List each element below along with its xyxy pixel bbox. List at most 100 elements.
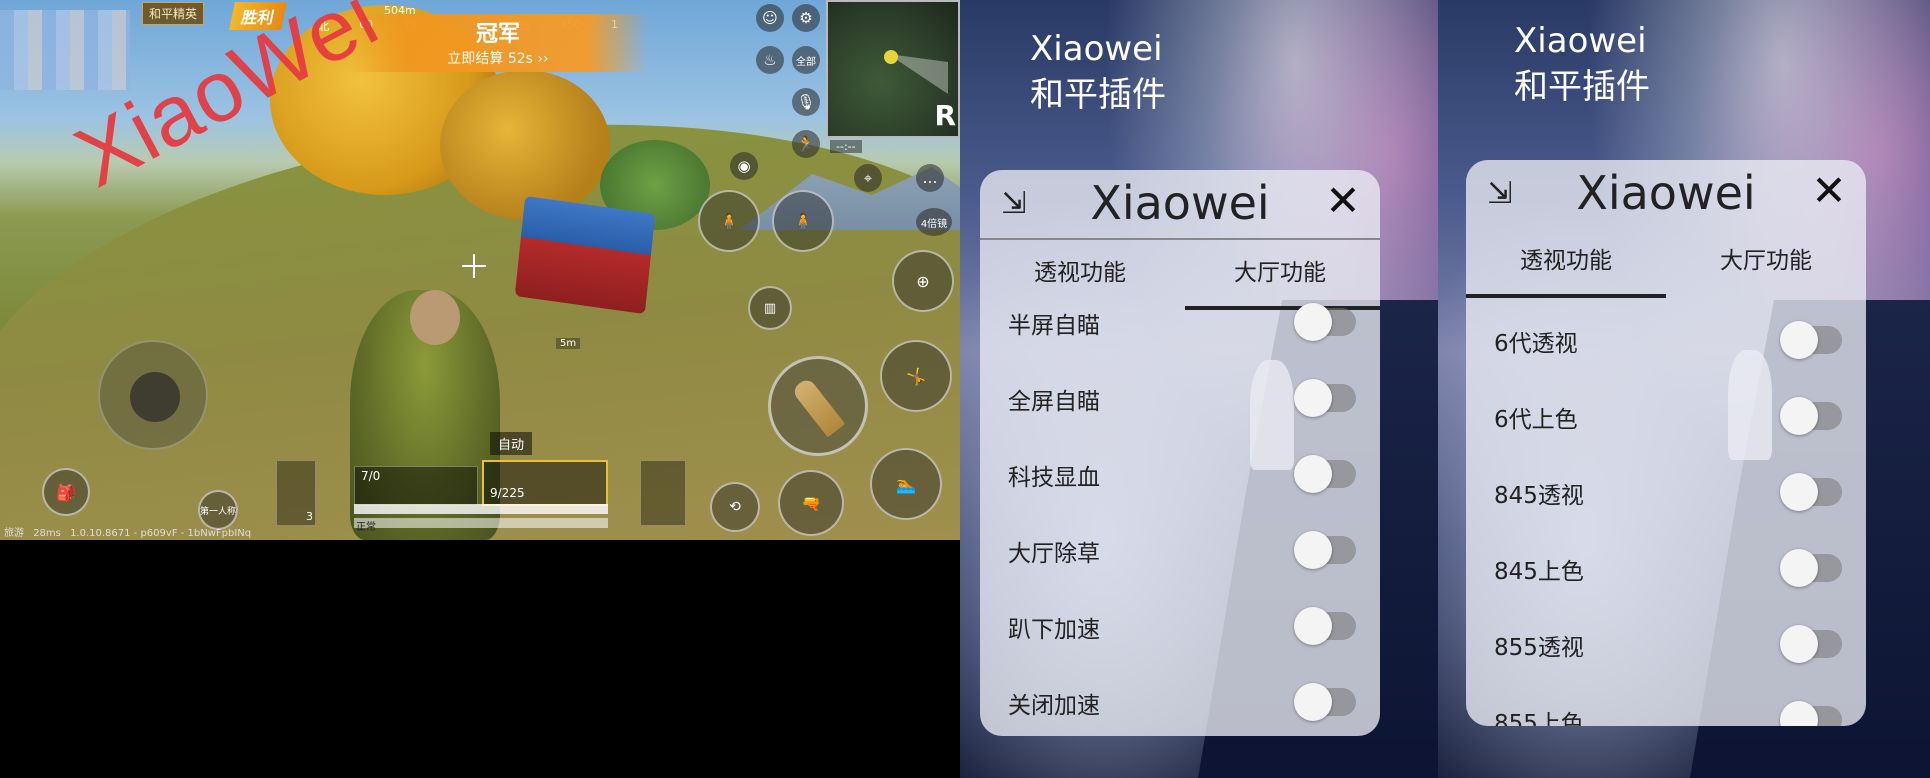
movement-joystick[interactable] xyxy=(98,340,208,450)
option-row[interactable]: 845透视 xyxy=(1466,456,1866,532)
plugin-screen-lobby-tab: Xiaowei 和平插件 ⇲ Xiaowei ✕ 透视功能 大厅功能 半屏自瞄 xyxy=(960,0,1438,778)
toggle-thumb xyxy=(1294,607,1332,645)
lean-right-button[interactable]: 🧍 xyxy=(772,190,834,252)
champion-title: 冠军 xyxy=(475,22,520,47)
speaker-all-icon[interactable]: 全部 xyxy=(792,46,820,74)
reload-icon[interactable]: ▥ xyxy=(748,286,792,330)
option-toggle[interactable] xyxy=(1294,379,1356,417)
player-marker xyxy=(884,50,898,64)
fire-mode-toggle[interactable]: 自动 xyxy=(490,432,533,455)
chat-icon[interactable]: … xyxy=(916,164,944,192)
vault-button[interactable] xyxy=(640,460,686,526)
plugin-panel: ⇲ Xiaowei ✕ 透视功能 大厅功能 6代透视 6代上色 845透视 84… xyxy=(1466,160,1866,726)
option-label: 6代上色 xyxy=(1494,407,1578,433)
location-icon[interactable]: ⌖ xyxy=(854,164,882,192)
app-name: Xiaowei 和平插件 xyxy=(1030,26,1166,118)
option-row[interactable]: 845上色 xyxy=(1466,532,1866,608)
toggle-thumb xyxy=(1780,397,1818,435)
panel-header: ⇲ Xiaowei ✕ xyxy=(1466,160,1866,228)
switch-weapon-button[interactable]: ⟲ xyxy=(710,482,760,532)
ping-label: 28ms xyxy=(33,528,61,539)
option-label: 大厅除草 xyxy=(1008,541,1100,567)
option-row[interactable]: 855上色 xyxy=(1466,684,1866,726)
mode-badge: 和平精英 xyxy=(142,2,205,25)
option-toggle[interactable] xyxy=(1294,303,1356,341)
joystick-knob[interactable] xyxy=(130,372,180,422)
fire-extinguisher-icon[interactable]: ♨ xyxy=(756,46,784,74)
app-name: Xiaowei 和平插件 xyxy=(1514,18,1650,110)
tab-bar: 透视功能 大厅功能 xyxy=(1466,228,1866,298)
option-row[interactable]: 大厅除草 xyxy=(980,514,1380,590)
option-toggle[interactable] xyxy=(1294,607,1356,645)
option-row[interactable]: 关闭加速 xyxy=(980,666,1380,736)
primary-weapon-slot[interactable]: 9/225 xyxy=(482,460,608,506)
shoot-left-button[interactable]: 🔫 xyxy=(778,470,844,536)
zone-timer: --:-- xyxy=(830,140,862,153)
toggle-thumb xyxy=(1780,549,1818,587)
option-row[interactable]: 855透视 xyxy=(1466,608,1866,684)
app-name-line2: 和平插件 xyxy=(1030,75,1166,115)
fire-button[interactable] xyxy=(768,356,868,456)
close-icon[interactable]: ✕ xyxy=(1320,178,1366,224)
health-status: 正常 xyxy=(356,522,376,533)
option-toggle[interactable] xyxy=(1294,531,1356,569)
option-row[interactable]: 全屏自瞄 xyxy=(980,362,1380,438)
secondary-weapon-slot[interactable]: 7/0 xyxy=(354,466,478,506)
blurred-player-info xyxy=(0,10,130,90)
option-row[interactable]: 6代上色 xyxy=(1466,380,1866,456)
scope-zoom-icon[interactable]: 4倍镜 xyxy=(916,208,952,236)
active-tab-indicator xyxy=(1466,294,1666,298)
primary-ammo: 9/225 xyxy=(490,486,525,500)
toggle-thumb xyxy=(1294,303,1332,341)
option-toggle[interactable] xyxy=(1780,397,1842,435)
option-toggle[interactable] xyxy=(1780,625,1842,663)
map-letter-icon: R xyxy=(934,99,956,132)
tab-lobby[interactable]: 大厅功能 xyxy=(1666,228,1866,298)
health-bar xyxy=(354,504,608,514)
lean-left-button[interactable]: 🧍 xyxy=(698,190,760,252)
grenade-slot[interactable]: 3 xyxy=(276,460,316,526)
close-icon[interactable]: ✕ xyxy=(1806,168,1852,214)
option-row[interactable]: 6代透视 xyxy=(1466,304,1866,380)
option-label: 855透视 xyxy=(1494,635,1584,661)
option-toggle[interactable] xyxy=(1780,473,1842,511)
option-toggle[interactable] xyxy=(1294,455,1356,493)
option-label: 855上色 xyxy=(1494,711,1584,726)
version-label: 1.0.10.8671 - p609vF - 1bNwFpbINq xyxy=(70,528,252,539)
option-toggle[interactable] xyxy=(1780,321,1842,359)
run-icon[interactable]: 🏃 xyxy=(792,130,820,158)
crate-distance: 5m xyxy=(556,338,581,349)
microphone-icon[interactable]: 🎙 xyxy=(792,88,820,116)
minimap[interactable]: R xyxy=(826,0,960,138)
settings-icon[interactable]: ⚙ xyxy=(792,4,820,32)
champion-banner[interactable]: 冠军 立即结算 52s ›› xyxy=(348,14,648,72)
emote-icon[interactable]: ☺ xyxy=(756,4,784,32)
option-row[interactable]: 趴下加速 xyxy=(980,590,1380,666)
option-toggle[interactable] xyxy=(1780,701,1842,726)
toggle-thumb xyxy=(1294,531,1332,569)
backpack-icon[interactable]: 🎒 xyxy=(42,468,90,516)
aim-scope-button[interactable]: ⊕ xyxy=(892,250,954,312)
status-bar: 旅游 28ms 1.0.10.8671 - p609vF - 1bNwFpbIN… xyxy=(4,524,257,539)
option-label: 趴下加速 xyxy=(1008,617,1100,643)
plugin-panel: ⇲ Xiaowei ✕ 透视功能 大厅功能 半屏自瞄 全屏自瞄 科技显血 大厅除… xyxy=(980,170,1380,736)
option-label: 科技显血 xyxy=(1008,465,1100,491)
network-label: 旅游 xyxy=(4,528,24,539)
crouch-button[interactable]: 🤸 xyxy=(880,340,952,412)
option-row[interactable]: 科技显血 xyxy=(980,438,1380,514)
eye-icon[interactable]: ◉ xyxy=(730,152,758,180)
bullet-icon xyxy=(790,376,846,438)
toggle-thumb xyxy=(1294,455,1332,493)
tab-esp[interactable]: 透视功能 xyxy=(1466,228,1666,298)
energy-bar xyxy=(354,518,608,528)
option-row[interactable]: 半屏自瞄 xyxy=(980,286,1380,362)
plugin-screen-esp-tab: Xiaowei 和平插件 ⇲ Xiaowei ✕ 透视功能 大厅功能 6代透视 … xyxy=(1438,0,1930,778)
option-toggle[interactable] xyxy=(1780,549,1842,587)
player-head xyxy=(410,290,460,345)
prone-button[interactable]: 🏊 xyxy=(870,448,942,520)
app-name-line1: Xiaowei xyxy=(1030,29,1163,69)
app-name-line1: Xiaowei xyxy=(1514,21,1647,61)
option-toggle[interactable] xyxy=(1294,683,1356,721)
settle-now-link[interactable]: 立即结算 52s ›› xyxy=(348,48,648,68)
option-label: 半屏自瞄 xyxy=(1008,313,1100,339)
